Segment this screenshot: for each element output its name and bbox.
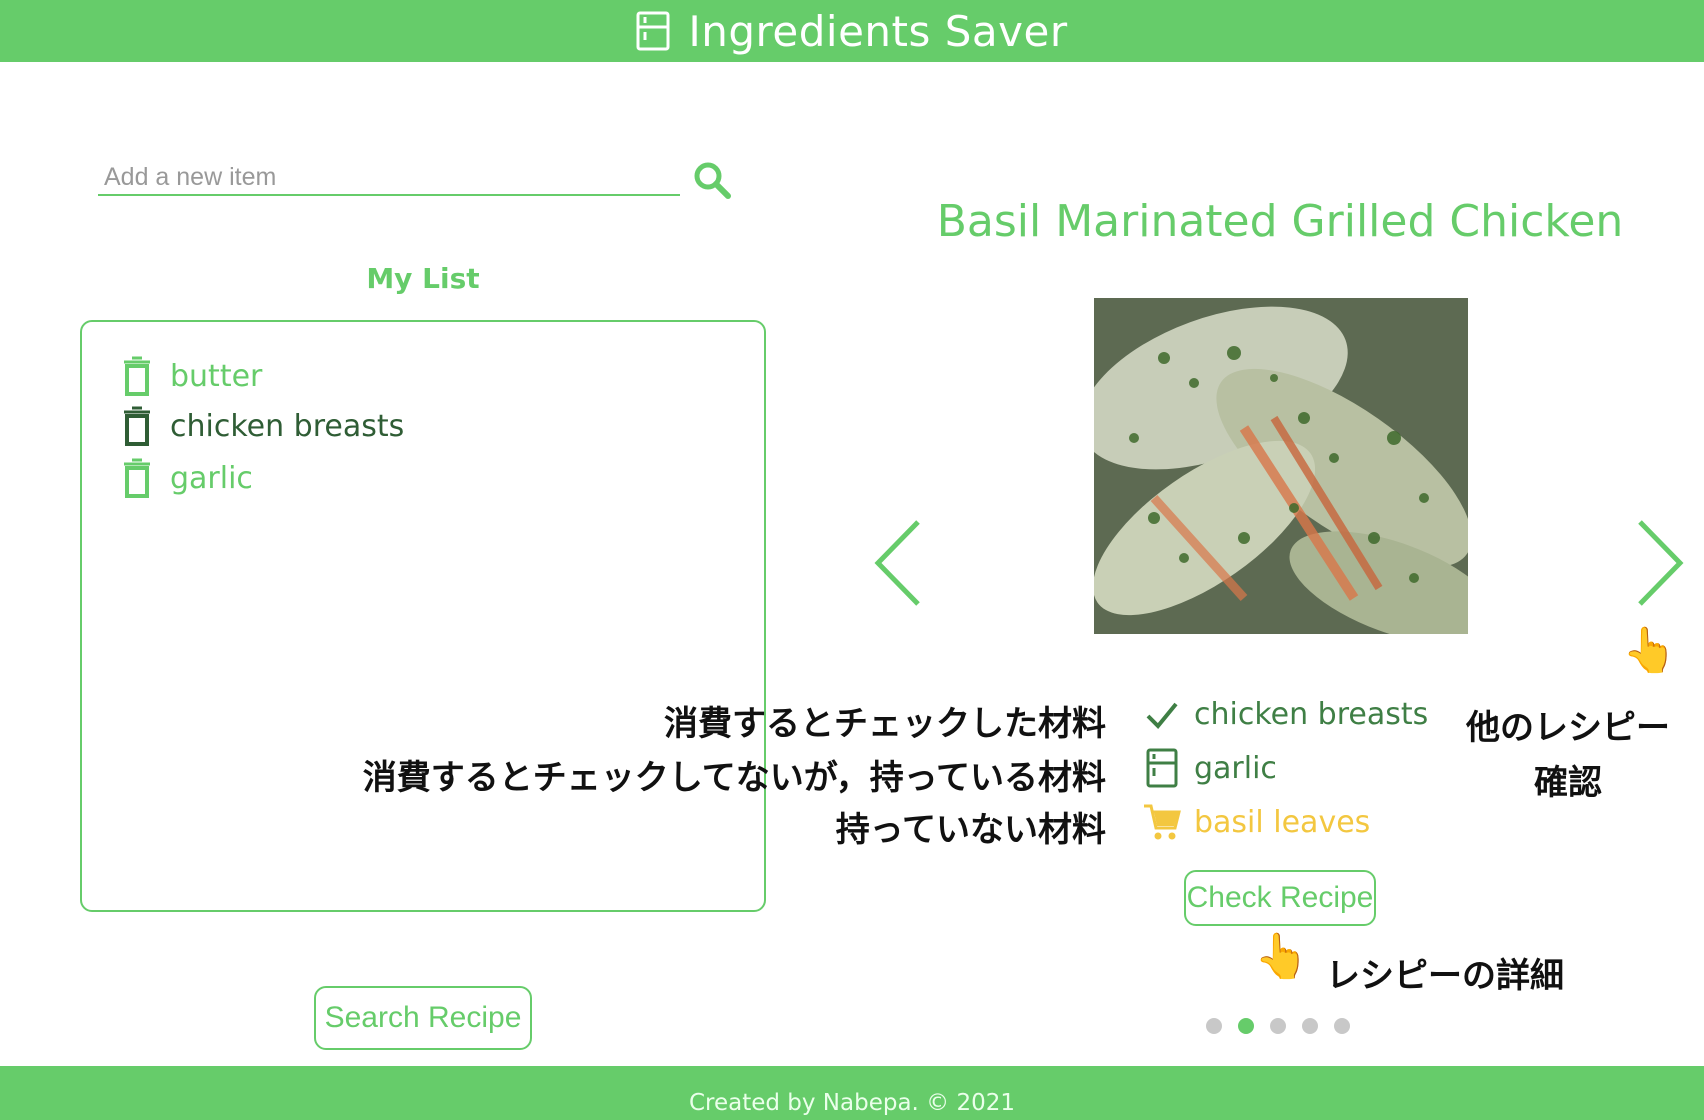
my-list-heading: My List — [366, 262, 480, 295]
cart-icon — [1144, 804, 1181, 840]
app-footer: Created by Nabepa. © 2021 — [0, 1066, 1704, 1120]
trash-icon[interactable] — [122, 458, 152, 498]
annotation-not-owned: 持っていない材料 — [835, 810, 1106, 850]
recipe-image — [1094, 298, 1468, 634]
list-item: chicken breasts — [122, 406, 404, 446]
carousel-dot[interactable] — [1334, 1018, 1350, 1034]
trash-icon[interactable] — [122, 356, 152, 396]
ingredient-row: garlic — [1142, 748, 1277, 788]
list-item-label: chicken breasts — [170, 408, 405, 444]
carousel-dots — [1206, 1018, 1366, 1034]
carousel-dot[interactable] — [1206, 1018, 1222, 1034]
my-list-box: butter chicken breasts garlic — [80, 320, 766, 912]
annotation-other-recipes-line2: 確認 — [1534, 763, 1602, 803]
annotation-other-recipes: 他のレシピー 確認 — [1466, 700, 1670, 804]
list-item-label: butter — [170, 358, 263, 394]
carousel-dot[interactable] — [1270, 1018, 1286, 1034]
list-item: garlic — [122, 458, 253, 498]
annotation-checked: 消費するとチェックした材料 — [664, 704, 1106, 744]
app-title: Ingredients Saver — [688, 6, 1068, 56]
ingredient-label: chicken breasts — [1194, 696, 1429, 732]
list-item: butter — [122, 356, 262, 396]
ingredient-label: basil leaves — [1194, 804, 1371, 840]
list-item-label: garlic — [170, 460, 253, 496]
footer-text: Created by Nabepa. © 2021 — [688, 1090, 1016, 1116]
pointing-hand-icon: 👆 — [1622, 625, 1677, 676]
recipe-title: Basil Marinated Grilled Chicken — [936, 196, 1624, 247]
ingredient-label: garlic — [1194, 750, 1277, 786]
pointing-hand-icon: 👆 — [1254, 931, 1309, 982]
ingredient-row: basil leaves — [1142, 802, 1370, 842]
annotation-recipe-detail: レシピーの詳細 — [1326, 956, 1564, 996]
check-recipe-button[interactable]: Check Recipe — [1184, 870, 1376, 926]
search-icon[interactable] — [692, 160, 732, 200]
chevron-left-icon[interactable] — [872, 518, 924, 608]
trash-icon[interactable] — [122, 406, 152, 446]
chevron-right-icon[interactable] — [1634, 518, 1686, 608]
annotation-other-recipes-line1: 他のレシピー — [1466, 708, 1670, 748]
app-header: Ingredients Saver — [0, 0, 1704, 62]
annotation-unchecked-owned: 消費するとチェックしてないが，持っている材料 — [362, 758, 1106, 798]
grilled-chicken-photo — [1094, 298, 1468, 634]
search-recipe-button[interactable]: Search Recipe — [314, 986, 532, 1050]
fridge-icon — [1146, 748, 1178, 788]
carousel-dot-active[interactable] — [1238, 1018, 1254, 1034]
add-item-field — [98, 160, 680, 196]
fridge-icon — [636, 11, 670, 51]
ingredient-row: chicken breasts — [1142, 694, 1428, 734]
add-item-input[interactable] — [98, 160, 680, 196]
check-icon — [1146, 702, 1178, 729]
carousel-dot[interactable] — [1302, 1018, 1318, 1034]
